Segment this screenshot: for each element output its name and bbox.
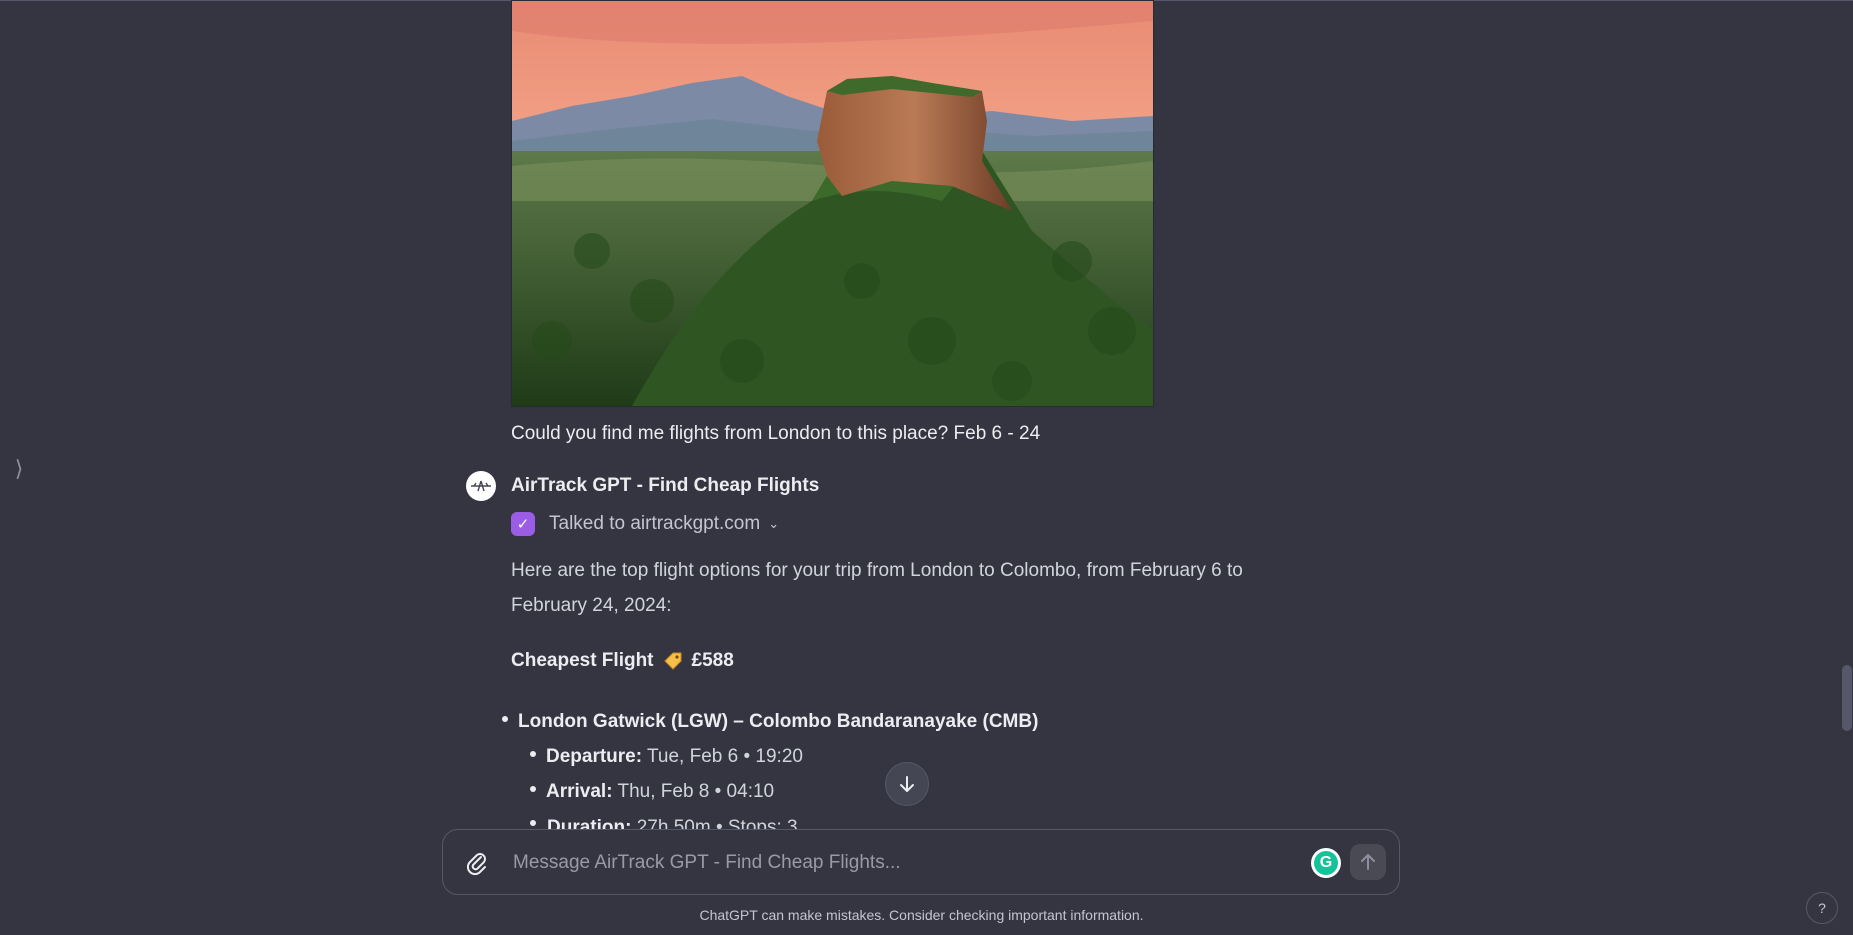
message-composer: G [442,829,1400,896]
arrival-label: Arrival: [546,781,613,802]
help-button[interactable]: ? [1806,892,1838,924]
bullet-dot [530,786,536,792]
duration-value: 27h 50m • Stops: 3 [636,817,798,829]
airplane-icon [471,480,491,492]
arrival-value: Thu, Feb 8 • 04:10 [617,781,775,802]
duration-label: Duration: [547,817,632,829]
cheapest-flight-label: Cheapest Flight [511,650,654,671]
departure-value: Tue, Feb 6 • 19:20 [647,746,803,767]
arrow-down-icon [900,776,914,792]
cheapest-flight-heading: Cheapest Flight £588 [511,650,734,672]
assistant-name: AirTrack GPT - Find Cheap Flights [511,475,820,496]
bullet-dot [530,751,536,757]
check-icon: ✓ [511,512,535,536]
message-input[interactable] [511,830,1215,896]
scroll-to-bottom-button[interactable] [885,762,929,806]
paperclip-icon[interactable] [465,850,489,876]
departure-label: Departure: [546,746,643,767]
scrollbar-thumb[interactable] [1842,665,1852,731]
arrival-row: Arrival: Thu, Feb 8 • 04:10 [546,781,774,803]
user-message: Could you find me flights from London to… [511,423,1041,444]
flight-route: London Gatwick (LGW) – Colombo Bandarana… [518,711,1039,732]
tool-status-text: Talked to airtrackgpt.com [549,513,761,534]
arrow-up-icon [1361,854,1375,870]
duration-row: Duration: 27h 50m • Stops: 3 [547,817,798,829]
sidebar-toggle-icon[interactable]: ⟩ [12,456,26,482]
bullet-dot [502,716,508,722]
bullet-dot [530,820,536,826]
uploaded-image[interactable] [511,0,1154,407]
duration-row-clipped: Duration: 27h 50m • Stops: 3 [520,815,920,829]
assistant-avatar [466,471,496,501]
departure-row: Departure: Tue, Feb 6 • 19:20 [546,746,803,768]
assistant-intro: Here are the top flight options for your… [511,560,1243,616]
send-button[interactable] [1350,844,1386,880]
cheapest-flight-price: £588 [691,650,734,671]
grammarly-icon[interactable]: G [1311,848,1341,878]
tool-status-toggle[interactable]: ✓ Talked to airtrackgpt.com ⌄ [511,512,779,536]
price-tag-icon [663,652,682,670]
disclaimer-note: ChatGPT can make mistakes. Consider chec… [699,907,1144,923]
chevron-down-icon: ⌄ [768,516,780,531]
